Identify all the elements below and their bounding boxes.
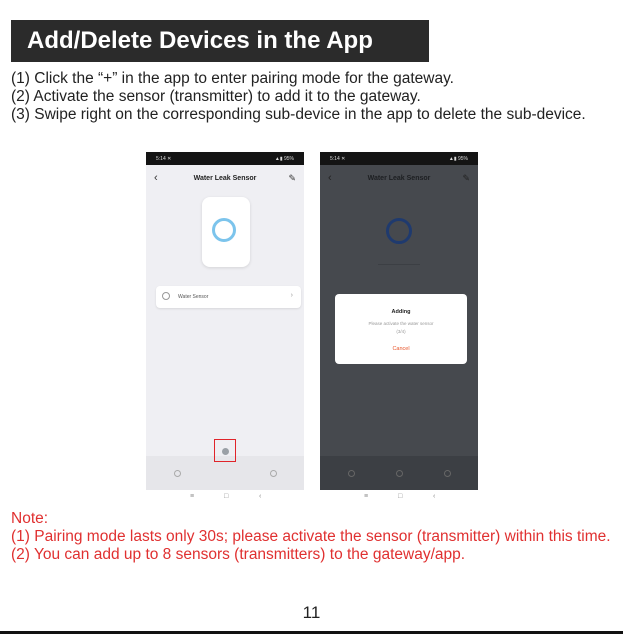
pencil-icon[interactable]: ✎ bbox=[462, 173, 470, 184]
status-bar: 5:14 ✕ ▲▮ 95% bbox=[146, 152, 304, 165]
divider bbox=[378, 264, 420, 265]
nav-right-icon[interactable] bbox=[270, 470, 277, 477]
page-title: Add/Delete Devices in the App bbox=[27, 27, 373, 54]
chevron-right-icon: › bbox=[290, 292, 293, 299]
pencil-icon[interactable]: ✎ bbox=[288, 173, 296, 184]
status-indicators: ▲▮ 95% bbox=[274, 156, 294, 162]
bottom-nav bbox=[320, 456, 478, 490]
dialog-progress: (3/4) bbox=[396, 329, 406, 334]
phone-screenshot-device-page: 5:14 ✕ ▲▮ 95% ‹ Water Leak Sensor ✎ Wate… bbox=[146, 152, 304, 490]
note-2: (2) You can add up to 8 sensors (transmi… bbox=[11, 546, 466, 563]
app-title: Water Leak Sensor bbox=[193, 175, 257, 182]
back-key-icon[interactable]: ‹ bbox=[433, 493, 435, 500]
adding-dialog: Adding Please activate the water sensor … bbox=[335, 294, 467, 364]
phone-screenshot-adding-dialog: 5:14 ✕ ▲▮ 95% ‹ Water Leak Sensor ✎ Addi… bbox=[320, 152, 478, 490]
app-bar: ‹ Water Leak Sensor ✎ bbox=[320, 168, 478, 190]
menu-key-icon[interactable]: ≡ bbox=[190, 493, 194, 500]
sensor-icon bbox=[162, 292, 170, 300]
note-1: (1) Pairing mode lasts only 30s; please … bbox=[11, 528, 611, 545]
page-number: 11 bbox=[302, 603, 321, 622]
instruction-steps: (1) Click the “+” in the app to enter pa… bbox=[11, 70, 611, 124]
back-key-icon[interactable]: ‹ bbox=[259, 493, 261, 500]
nav-center-icon[interactable] bbox=[396, 470, 403, 477]
status-time: 5:14 ✕ bbox=[330, 156, 346, 162]
sub-device-label: Water Sensor bbox=[178, 294, 209, 300]
status-time: 5:14 ✕ bbox=[156, 156, 172, 162]
app-title: Water Leak Sensor bbox=[367, 175, 431, 182]
app-bar: ‹ Water Leak Sensor ✎ bbox=[146, 168, 304, 190]
ring-icon bbox=[386, 218, 412, 244]
dialog-title: Adding bbox=[391, 309, 411, 315]
step-3: (3) Swipe right on the corresponding sub… bbox=[11, 106, 586, 123]
step-1: (1) Click the “+” in the app to enter pa… bbox=[11, 70, 454, 87]
nav-right-icon[interactable] bbox=[444, 470, 451, 477]
status-indicators: ▲▮ 95% bbox=[448, 156, 468, 162]
title-banner: Add/Delete Devices in the App bbox=[11, 20, 429, 62]
step-2: (2) Activate the sensor (transmitter) to… bbox=[11, 88, 421, 105]
note-heading: Note: bbox=[11, 510, 49, 527]
ring-icon bbox=[212, 218, 236, 242]
status-bar: 5:14 ✕ ▲▮ 95% bbox=[320, 152, 478, 165]
add-button-highlight[interactable] bbox=[214, 439, 236, 462]
nav-left-icon[interactable] bbox=[348, 470, 355, 477]
sub-device-row[interactable]: Water Sensor › bbox=[156, 286, 301, 308]
notes-section: Note: (1) Pairing mode lasts only 30s; p… bbox=[11, 510, 616, 564]
cancel-button[interactable]: Cancel bbox=[335, 346, 467, 352]
home-key-icon[interactable]: □ bbox=[398, 493, 402, 500]
menu-key-icon[interactable]: ≡ bbox=[364, 493, 368, 500]
nav-left-icon[interactable] bbox=[174, 470, 181, 477]
home-key-icon[interactable]: □ bbox=[224, 493, 228, 500]
dialog-message: Please activate the water sensor bbox=[368, 321, 434, 326]
gateway-tile bbox=[202, 197, 250, 267]
footer-rule bbox=[0, 631, 623, 634]
add-icon bbox=[222, 448, 229, 455]
